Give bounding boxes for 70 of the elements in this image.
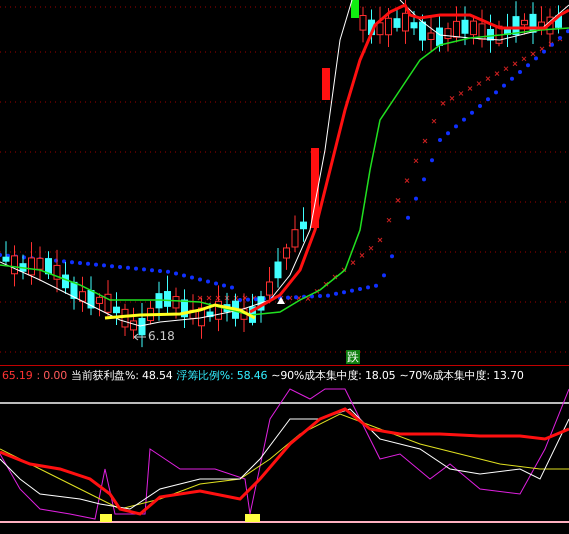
candlestick (198, 297, 205, 340)
arrow-icon (133, 333, 147, 341)
candlestick (206, 302, 214, 322)
candlestick (11, 244, 18, 287)
candlestick (215, 284, 222, 332)
candlestick (164, 275, 171, 314)
candlestick (274, 248, 282, 288)
candlestick (394, 9, 400, 32)
low-price-label: 6.18 (148, 329, 175, 343)
candlestick (385, 7, 392, 48)
candlestick (190, 294, 196, 326)
indicator-reading: ~90%成本集中度: 18.05 (271, 369, 396, 383)
candlestick (45, 250, 52, 280)
candlestick (292, 215, 298, 253)
candlestick (240, 292, 248, 332)
candlestick (538, 6, 545, 36)
candlestick (555, 4, 562, 34)
candlestick (436, 14, 443, 52)
candlestick (249, 293, 256, 326)
indicator-reading: 当前获利盘%: 48.54 (71, 369, 173, 383)
candlestick (487, 14, 494, 54)
candlestick (224, 292, 230, 322)
candlestick (428, 16, 434, 52)
candlestick (546, 8, 554, 48)
candlestick (368, 8, 375, 44)
signal-badge: 跌 (346, 350, 360, 364)
candlestick (96, 292, 103, 317)
indicator-reading: 65.19 (2, 369, 32, 383)
candlestick (478, 9, 486, 48)
indicator-bar (245, 514, 260, 522)
candlestick (444, 22, 452, 52)
candlestick (410, 10, 418, 36)
candlestick (147, 300, 154, 326)
candlestick (266, 266, 273, 304)
indicator-reading: ~70%成本集中度: 13.70 (399, 369, 524, 383)
candlestick (521, 12, 528, 36)
candlestick (113, 292, 120, 326)
candlestick (283, 243, 290, 270)
indicator-reading: : 0.00 (36, 369, 67, 383)
candlestick (156, 281, 162, 322)
candlestick (20, 254, 26, 280)
candlestick (419, 14, 426, 52)
candlestick (453, 6, 460, 43)
candlestick (130, 307, 137, 340)
candlestick (62, 262, 69, 294)
candlestick (79, 276, 86, 312)
candlestick (496, 20, 502, 47)
candlestick (232, 293, 239, 327)
candlestick (104, 280, 112, 317)
indicator-reading: 浮筹比例%: 58.46 (176, 369, 268, 383)
indicator-bar (100, 514, 112, 522)
candlestick (172, 287, 180, 320)
candlestick (530, 2, 536, 45)
candlestick (258, 290, 264, 324)
candlestick (512, 0, 520, 44)
candlestick (322, 68, 330, 100)
candlestick (138, 302, 146, 348)
candlestick (28, 242, 35, 286)
candlestick (462, 6, 468, 46)
triangle-marker (277, 297, 285, 304)
candlestick (122, 303, 128, 337)
candlestick (2, 240, 10, 265)
candlestick (504, 13, 511, 48)
candlestick (470, 16, 477, 45)
candlestick (300, 206, 307, 242)
candlestick (88, 276, 94, 316)
candlestick (54, 249, 60, 293)
candlestick (70, 276, 78, 310)
candlestick (376, 6, 384, 44)
candlestick (36, 246, 44, 282)
